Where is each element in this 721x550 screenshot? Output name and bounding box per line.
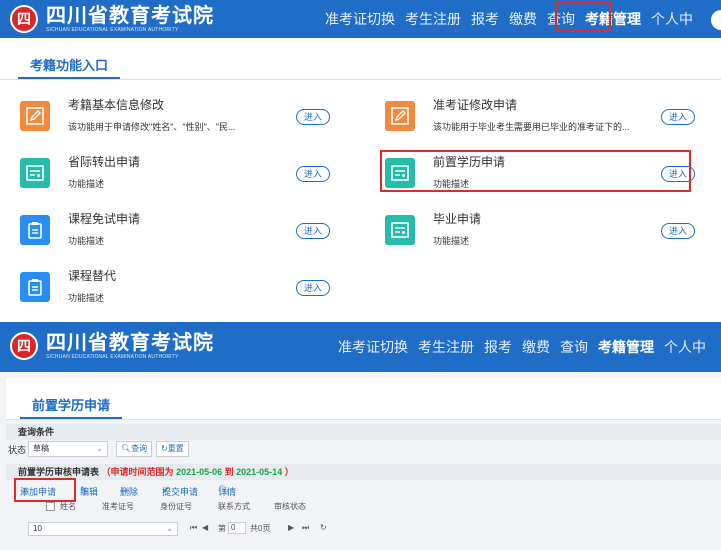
site-logo[interactable]: 四 四川省教育考试院 SICHUAN EDUCATIONAL EXAMINATI… [10,332,214,360]
table-title: 前置学历审核申请表 [18,467,100,477]
nav-apply-exam[interactable]: 报考 [484,337,512,357]
edit-icon [385,101,415,131]
status-select[interactable]: 草稿 ⌄ [28,441,108,457]
tab-bar: 前置学历申请 [6,378,721,420]
enter-button[interactable]: 进入 [296,223,330,239]
query-section-header: 查询条件 [6,424,721,440]
certificate-icon [20,158,50,188]
main-nav: 准考证切换 考生注册 报考 缴费 查询 考籍管理 个人中 [338,322,716,372]
pagination-bar: 10 ⌄ ⏮ ◀ 第 0 共0页 ▶ ⏭ ↻ [6,520,721,540]
range-suffix: ） [284,467,294,477]
item-desc: 功能描述 [68,293,105,303]
enter-button[interactable]: 进入 [661,223,695,239]
item-course-exemption[interactable]: 课程免试申请 功能描述 进入 [20,210,330,260]
item-course-substitution[interactable]: 课程替代 功能描述 进入 [20,267,330,310]
enter-button[interactable]: 进入 [296,166,330,182]
nav-apply-exam[interactable]: 报考 [471,9,499,29]
enter-button[interactable]: 进入 [296,280,330,296]
page-prefix: 第 [218,524,226,533]
column-contact[interactable]: 联系方式 [218,501,250,512]
site-logo[interactable]: 四 四川省教育考试院 SICHUAN EDUCATIONAL EXAMINATI… [10,5,214,33]
nav-personal-center[interactable]: 个人中 [664,337,706,357]
nav-personal-center[interactable]: 个人中 [651,9,693,29]
nav-payment[interactable]: 缴费 [509,9,537,29]
top-header: 四 四川省教育考试院 SICHUAN EDUCATIONAL EXAMINATI… [0,322,721,372]
item-basic-info-edit[interactable]: 考籍基本信息修改 该功能用于申请修改"姓名"、"性别"、"民... 进入 [20,96,330,146]
range-start: 2021-05-06 [176,467,223,477]
item-title: 考籍基本信息修改 [68,98,165,112]
search-icon: 🔍︎ [121,444,132,453]
site-name: 四川省教育考试院 [46,4,214,27]
edit-icon [20,101,50,131]
clipboard-icon [20,215,50,245]
chevron-down-icon: ⌄ [166,524,173,533]
tab-prior-education[interactable]: 前置学历申请 [20,395,123,419]
item-title: 毕业申请 [433,212,482,226]
item-title: 准考证修改申请 [433,98,518,112]
prev-page-button[interactable]: ◀ [202,523,208,532]
logo-seal-icon: 四 [10,332,38,360]
site-name-en: SICHUAN EDUCATIONAL EXAMINATION AUTHORIT… [46,353,179,360]
highlight-add-box [14,478,76,502]
range-to: 到 [224,467,234,477]
table-toolbar: ＋添加申请 ✎ 编辑 — 删除 ✔ 提交申请 🔍︎ 详情 [20,485,237,497]
site-name-en: SICHUAN EDUCATIONAL EXAMINATION AUTHORIT… [46,26,179,33]
column-review-status[interactable]: 审核状态 [274,501,306,512]
clipboard-icon [20,272,50,302]
next-page-button[interactable]: ▶ [288,523,294,532]
last-page-button[interactable]: ⏭ [302,523,309,533]
enter-button[interactable]: 进入 [296,109,330,125]
item-desc: 该功能用于申请修改"姓名"、"性别"、"民... [68,122,236,132]
top-header: 四 四川省教育考试院 SICHUAN EDUCATIONAL EXAMINATI… [0,0,721,38]
prior-education-screen: 四 四川省教育考试院 SICHUAN EDUCATIONAL EXAMINATI… [0,322,721,550]
status-label: 状态 [8,445,27,455]
refresh-icon: ↻ [161,444,168,453]
nav-query[interactable]: 查询 [560,337,588,357]
item-admission-edit[interactable]: 准考证修改申请 该功能用于毕业考生需要用已毕业的准考证下的... 进入 [385,96,695,146]
tab-bar: 考籍功能入口 [0,38,721,80]
item-desc: 功能描述 [68,179,105,189]
column-name[interactable]: 姓名 [60,501,76,512]
range-end: 2021-05-14 [236,467,283,477]
page-input[interactable]: 0 [228,522,246,534]
table-header: 姓名 准考证号 身份证号 联系方式 审核状态 [6,500,721,516]
nav-registration[interactable]: 考生注册 [405,9,461,29]
item-desc: 功能描述 [68,236,105,246]
enter-button[interactable]: 进入 [661,109,695,125]
page-size-select[interactable]: 10 ⌄ [28,522,178,536]
item-title: 课程替代 [68,269,117,283]
first-page-button[interactable]: ⏮ [190,523,197,533]
nav-admission-switch[interactable]: 准考证切换 [325,9,395,29]
tab-function-entry[interactable]: 考籍功能入口 [18,55,121,79]
column-id-number[interactable]: 身份证号 [160,501,192,512]
reset-button[interactable]: ↻重置 [156,441,189,457]
select-all-checkbox[interactable] [46,502,55,511]
query-button[interactable]: 🔍︎查询 [116,441,153,457]
nav-admission-switch[interactable]: 准考证切换 [338,337,408,357]
user-avatar[interactable] [711,10,721,30]
nav-registration[interactable]: 考生注册 [418,337,474,357]
table-section-header: 前置学历审核申请表 （申请时间范围为 2021-05-06 到 2021-05-… [6,464,721,480]
nav-registry-management[interactable]: 考籍管理 [598,337,654,357]
logo-seal-icon: 四 [10,5,38,33]
nav-payment[interactable]: 缴费 [522,337,550,357]
page-total: 共0页 [250,524,271,533]
item-title: 课程免试申请 [68,212,141,226]
certificate-icon [385,215,415,245]
item-desc: 功能描述 [433,236,470,246]
item-title: 省际转出申请 [68,155,141,169]
function-entry-screen: 四 四川省教育考试院 SICHUAN EDUCATIONAL EXAMINATI… [0,0,721,310]
column-admission-number[interactable]: 准考证号 [102,501,134,512]
item-transfer-out[interactable]: 省际转出申请 功能描述 进入 [20,153,330,203]
main-nav: 准考证切换 考生注册 报考 缴费 查询 考籍管理 个人中 [325,0,703,38]
refresh-icon[interactable]: ↻ [320,523,327,532]
item-desc: 该功能用于毕业考生需要用已毕业的准考证下的... [433,122,630,132]
chevron-down-icon: ⌄ [96,444,103,453]
highlight-nav-box [555,2,611,32]
range-prefix: （申请时间范围为 [101,467,174,477]
site-name: 四川省教育考试院 [46,331,214,354]
item-graduation[interactable]: 毕业申请 功能描述 进入 [385,210,695,260]
query-filter-row: 状态 草稿 ⌄ 🔍︎查询 ↻重置 [6,440,721,458]
highlight-item-box [380,150,691,192]
